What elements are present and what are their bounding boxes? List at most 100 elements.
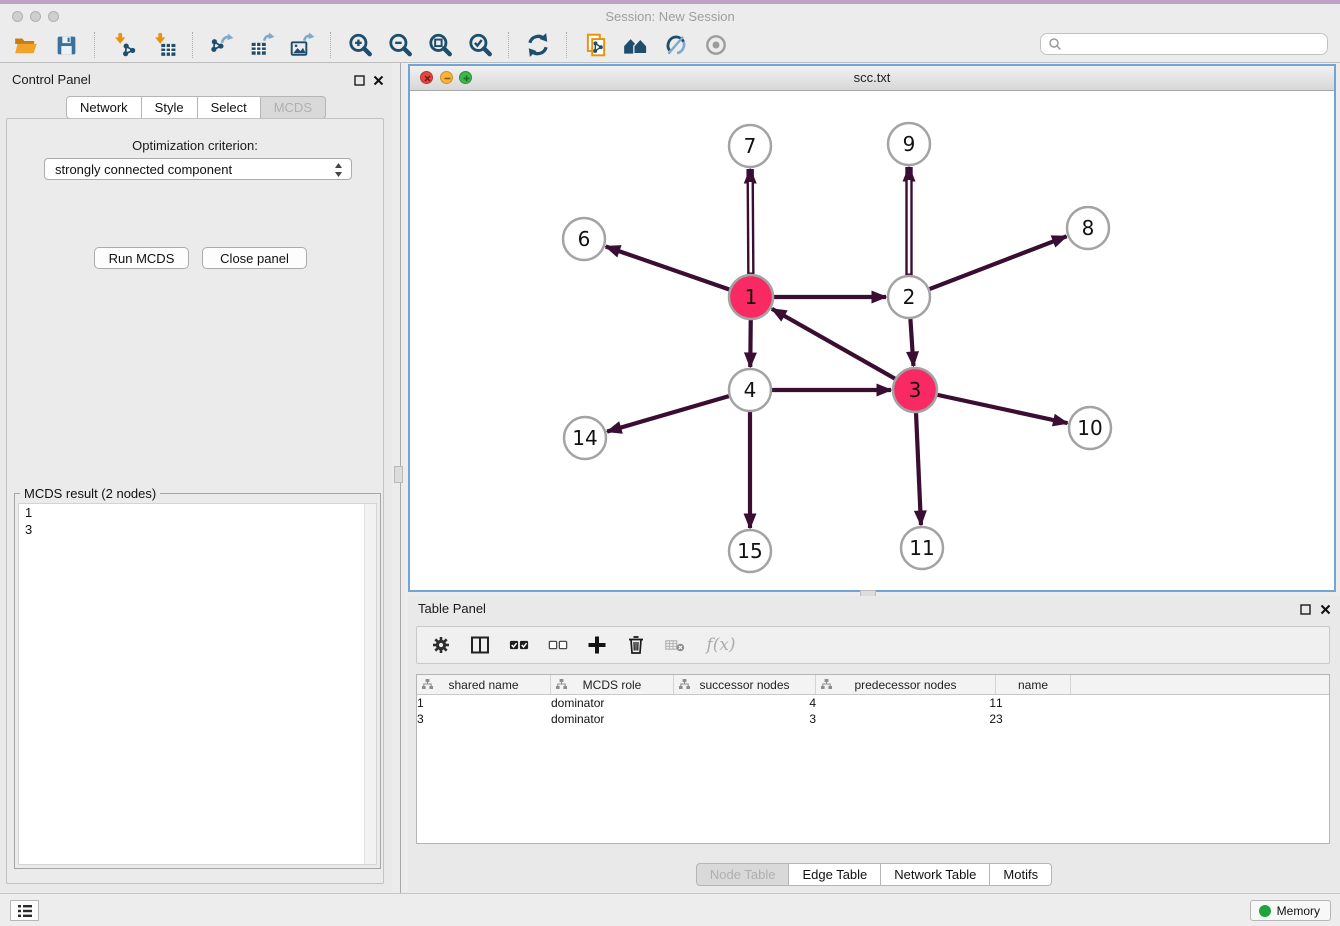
graph-edge-3-10[interactable]	[937, 395, 1067, 423]
float-panel-icon[interactable]	[353, 74, 366, 87]
table-cell: 3	[417, 711, 551, 727]
optimization-criterion-select[interactable]: strongly connected component	[44, 158, 352, 180]
add-column-icon[interactable]	[587, 634, 607, 656]
close-panel-button[interactable]: Close panel	[202, 247, 307, 269]
column-header-shared-name[interactable]: shared name	[417, 675, 551, 694]
deselect-all-checkboxes-icon[interactable]	[548, 634, 568, 656]
graph-node-9[interactable]: 9	[888, 123, 930, 165]
graph-node-4[interactable]: 4	[729, 369, 771, 411]
refresh-layout-icon[interactable]	[522, 30, 554, 60]
import-network-icon[interactable]	[108, 30, 140, 60]
mcds-result-box: MCDS result (2 nodes) 13	[14, 493, 381, 869]
run-mcds-button[interactable]: Run MCDS	[94, 247, 189, 269]
graph-node-3[interactable]: 3	[893, 368, 937, 412]
result-scrollbar[interactable]	[364, 504, 376, 864]
task-history-button[interactable]	[10, 900, 39, 921]
panel-divider-handle[interactable]	[394, 466, 403, 483]
graph-edge-2-3[interactable]	[910, 319, 913, 366]
zoom-out-icon[interactable]	[384, 30, 416, 60]
mcds-result-lines: 13	[19, 504, 376, 538]
float-table-panel-icon[interactable]	[1299, 603, 1312, 616]
network-window-titlebar[interactable]: scc.txt	[410, 66, 1334, 91]
column-header-filler	[1071, 675, 1329, 694]
node-label: 3	[909, 378, 922, 402]
dropdown-value: strongly connected component	[55, 162, 232, 177]
network-close-button[interactable]	[420, 71, 433, 84]
column-header-name[interactable]: name	[996, 675, 1071, 694]
control-panel-title: Control Panel	[12, 72, 91, 87]
graph-node-15[interactable]: 15	[729, 530, 771, 572]
graph-node-2[interactable]: 2	[888, 276, 930, 318]
network-minimize-button[interactable]	[440, 71, 453, 84]
graph-edge-3-11[interactable]	[916, 413, 921, 525]
column-label: MCDS role	[583, 678, 642, 692]
graph-node-6[interactable]: 6	[563, 218, 605, 260]
result-line: 1	[19, 504, 376, 521]
close-panel-icon[interactable]	[372, 74, 385, 87]
graph-node-7[interactable]: 7	[729, 125, 771, 167]
table-tab-motifs[interactable]: Motifs	[990, 863, 1052, 886]
table-tab-node-table[interactable]: Node Table	[696, 863, 790, 886]
status-bar: Memory	[0, 893, 1340, 926]
zoom-selected-icon[interactable]	[464, 30, 496, 60]
home-view-icon[interactable]	[620, 30, 652, 60]
delete-table-icon[interactable]	[665, 634, 685, 656]
show-view-icon[interactable]	[700, 30, 732, 60]
column-header-mcds-role[interactable]: MCDS role	[551, 675, 674, 694]
close-table-panel-icon[interactable]	[1319, 603, 1332, 616]
graph-edge-3-1[interactable]	[772, 309, 895, 379]
graph-node-10[interactable]: 10	[1069, 407, 1111, 449]
show-columns-icon[interactable]	[470, 634, 490, 656]
toolbar-separator	[94, 32, 96, 58]
zoom-fit-icon[interactable]	[424, 30, 456, 60]
edge-gap	[750, 182, 751, 273]
control-panel-tabs: NetworkStyleSelectMCDS	[0, 96, 392, 119]
graph-edge-1-4[interactable]	[750, 320, 751, 367]
function-builder-icon[interactable]: f(x)	[704, 634, 738, 656]
node-label: 10	[1077, 416, 1102, 440]
settings-gear-icon[interactable]	[431, 634, 451, 656]
table-cell: dominator	[551, 695, 674, 711]
table-cell: dominator	[551, 711, 674, 727]
graph-node-14[interactable]: 14	[564, 417, 606, 459]
table-row[interactable]: 3dominator323	[417, 711, 1329, 727]
result-line: 3	[19, 521, 376, 538]
clone-network-icon[interactable]	[580, 30, 612, 60]
open-session-icon[interactable]	[10, 30, 42, 60]
mcds-result-area[interactable]: 13	[18, 503, 377, 865]
node-table[interactable]: shared name MCDS role successor nodesprede…	[416, 674, 1330, 844]
tab-style[interactable]: Style	[142, 96, 198, 119]
export-network-icon[interactable]	[206, 30, 238, 60]
select-all-checkboxes-icon[interactable]	[509, 634, 529, 656]
graph-edge-2-8[interactable]	[930, 236, 1067, 289]
table-tab-edge-table[interactable]: Edge Table	[789, 863, 881, 886]
save-session-icon[interactable]	[50, 30, 82, 60]
hide-panels-icon[interactable]	[660, 30, 692, 60]
import-table-icon[interactable]	[148, 30, 180, 60]
node-label: 7	[744, 134, 757, 158]
control-panel: Control Panel NetworkStyleSelectMCDS Opt…	[0, 63, 392, 893]
zoom-in-icon[interactable]	[344, 30, 376, 60]
graph-node-1[interactable]: 1	[729, 275, 773, 319]
export-image-icon[interactable]	[286, 30, 318, 60]
graph-node-8[interactable]: 8	[1067, 207, 1109, 249]
network-canvas[interactable]: 7 9 6 8 1 2 4 3 14 10 15 11	[410, 90, 1334, 590]
graph-edge-4-14[interactable]	[607, 396, 729, 431]
graph-node-11[interactable]: 11	[901, 527, 943, 569]
table-tab-network-table[interactable]: Network Table	[881, 863, 990, 886]
delete-column-icon[interactable]	[626, 634, 646, 656]
node-label: 8	[1082, 216, 1095, 240]
tab-mcds[interactable]: MCDS	[261, 96, 326, 119]
column-header-predecessor-nodes[interactable]: predecessor nodes	[816, 675, 996, 694]
tab-select[interactable]: Select	[198, 96, 261, 119]
graph-edge-1-6[interactable]	[606, 247, 730, 290]
network-maximize-button[interactable]	[459, 71, 472, 84]
column-header-successor-nodes[interactable]: successor nodes	[674, 675, 816, 694]
table-row[interactable]: 1dominator411	[417, 695, 1329, 711]
tab-network[interactable]: Network	[66, 96, 142, 119]
search-input[interactable]	[1040, 33, 1328, 55]
toolbar-separator	[192, 32, 194, 58]
export-table-icon[interactable]	[246, 30, 278, 60]
application-window: Session: New Session	[0, 0, 1340, 926]
memory-button[interactable]: Memory	[1250, 900, 1331, 921]
